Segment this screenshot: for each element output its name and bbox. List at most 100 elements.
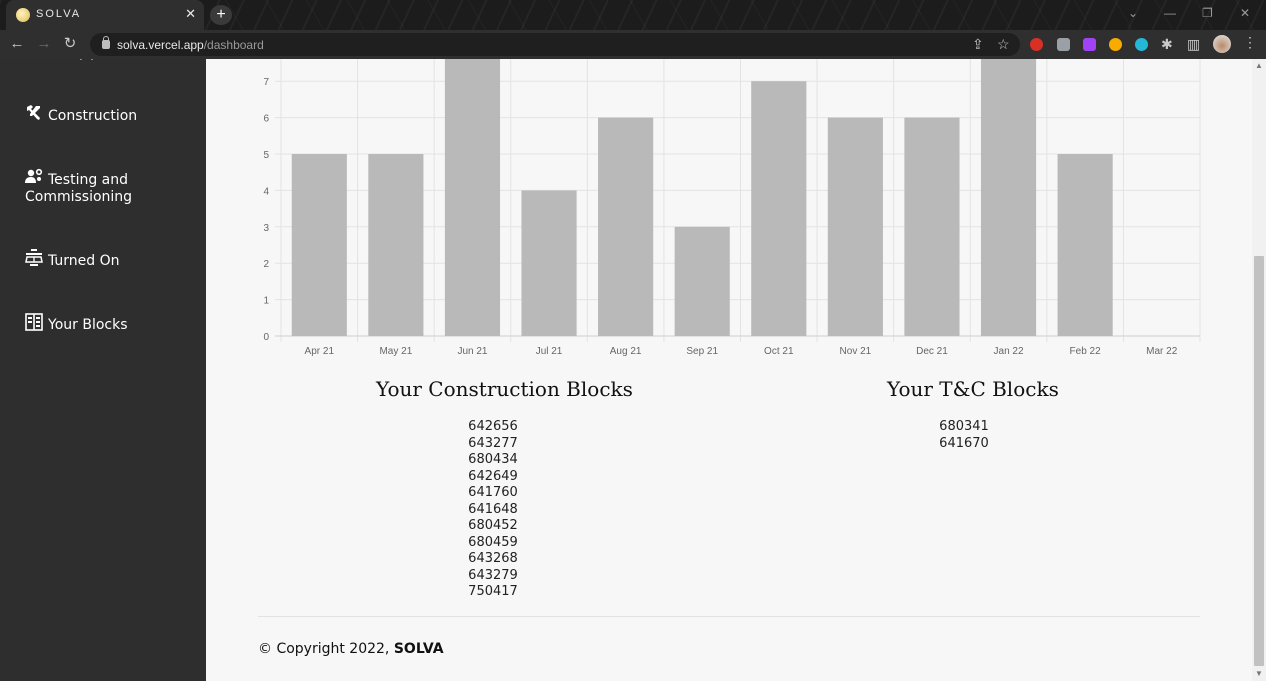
url-path: /dashboard: [203, 38, 264, 52]
tc-block-item: 641670: [939, 435, 989, 451]
close-tab-icon[interactable]: ✕: [185, 6, 196, 22]
x-tick-label: May 21: [379, 346, 412, 357]
browser-toolbar: ← → ↻ solva.vercel.app/dashboard ⇪ ☆ ✱ ▥…: [0, 30, 1266, 59]
y-tick-label: 7: [263, 77, 269, 88]
share-icon[interactable]: ⇪: [972, 36, 984, 53]
construction-block-item: 641760: [468, 485, 518, 500]
footer-copyright: © Copyright 2022, SOLVA: [258, 641, 444, 657]
scroll-down-icon[interactable]: ▼: [1255, 669, 1263, 678]
chart-bar: [291, 154, 347, 336]
chart-bar: [904, 117, 960, 336]
address-bar[interactable]: solva.vercel.app/dashboard ⇪ ☆: [90, 33, 1020, 56]
main-content: 0 1 2 3 4 5 6 7 Apr 21 May 21 Jun 21 Jul 21 Aug 21 Se…: [206, 59, 1252, 681]
url-text: solva.vercel.app/dashboard: [117, 38, 264, 52]
footer-prefix: © Copyright 2022,: [258, 641, 394, 657]
construction-blocks-list: 642656 643277 680434 642649 641760 641648 6804…: [443, 419, 543, 601]
profile-avatar[interactable]: [1213, 35, 1231, 53]
monthly-blocks-chart: 0 1 2 3 4 5 6 7 Apr 21 May 21 Jun 21 Jul 21 Aug 21 Se…: [263, 59, 1201, 357]
sidebar-item-label: Construction: [48, 108, 138, 124]
x-tick-label: Jun 21: [457, 346, 487, 357]
x-tick-label: Jul 21: [536, 346, 563, 357]
construction-block-item: 642649: [468, 468, 518, 484]
window-close-icon[interactable]: ✕: [1240, 6, 1250, 20]
construction-block-item: 642656: [468, 419, 518, 434]
react-devtools-icon[interactable]: [1135, 38, 1148, 51]
extension-purple-icon[interactable]: [1083, 38, 1096, 51]
y-tick-label: 3: [263, 223, 269, 234]
construction-block-item: 750417: [468, 584, 518, 599]
forward-arrow-icon[interactable]: →: [35, 35, 53, 53]
tab-title: SOLVA: [36, 8, 82, 20]
restore-icon[interactable]: ❐: [1202, 6, 1213, 20]
x-tick-label: Nov 21: [840, 346, 872, 357]
sidebar-item-testing-commissioning[interactable]: Testing and Commissioning: [25, 168, 132, 206]
minimize-icon[interactable]: —: [1164, 6, 1176, 20]
building-icon: [25, 313, 43, 331]
x-tick-label: Mar 22: [1146, 346, 1178, 357]
chart-bar: [827, 117, 883, 336]
extension-gray-icon[interactable]: [1057, 38, 1070, 51]
favicon-icon: [16, 8, 30, 22]
scroll-thumb[interactable]: [1254, 256, 1264, 666]
extension-red-icon[interactable]: [1030, 38, 1043, 51]
footer-divider: [258, 616, 1200, 617]
chart-bar: [598, 117, 654, 336]
x-tick-label: Apr 21: [305, 346, 335, 357]
x-tick-label: Feb 22: [1070, 346, 1102, 357]
sidebar: ⌒ Construction Testing and Commissioning: [0, 59, 206, 681]
tc-block-item: 680341: [939, 419, 989, 434]
y-tick-label: 1: [263, 296, 269, 307]
bookmark-star-icon[interactable]: ☆: [997, 36, 1010, 53]
new-tab-button[interactable]: +: [210, 5, 232, 25]
page-scrollbar[interactable]: ▲ ▼: [1252, 59, 1266, 681]
construction-block-item: 680434: [468, 452, 518, 467]
construction-block-item: 680452: [468, 518, 518, 533]
sidebar-item-label-line2: Commissioning: [25, 189, 133, 205]
page-viewport: ⌒ Construction Testing and Commissioning: [0, 59, 1266, 681]
back-arrow-icon[interactable]: ←: [8, 35, 26, 53]
sidebar-item-label: Testing and: [48, 172, 129, 188]
chart-bar: [1057, 154, 1113, 336]
side-panel-icon[interactable]: ▥: [1187, 36, 1200, 53]
url-domain: solva.vercel.app: [117, 38, 204, 52]
y-tick-label: 5: [263, 150, 269, 161]
tab-search-chevron-icon[interactable]: ⌄: [1128, 6, 1138, 20]
construction-block-item: 643268: [468, 551, 518, 566]
sidebar-item-partial: ⌒: [80, 59, 94, 71]
browser-tab[interactable]: SOLVA ✕: [6, 0, 204, 30]
construction-blocks-title: Your Construction Blocks: [376, 377, 633, 401]
browser-menu-icon[interactable]: ⋮: [1243, 34, 1257, 51]
footer-brand[interactable]: SOLVA: [394, 641, 444, 657]
chart-bar: [751, 81, 807, 336]
x-tick-label: Dec 21: [916, 346, 948, 357]
chart-bar: [521, 190, 577, 336]
tools-icon: [27, 105, 40, 120]
construction-block-item: 641648: [468, 501, 518, 517]
tc-blocks-list: 680341 641670: [914, 419, 1014, 452]
browser-window: SOLVA ✕ + ⌄ — ❐ ✕ ← → ↻ solva.vercel.app…: [0, 0, 1266, 681]
extensions-puzzle-icon[interactable]: ✱: [1161, 36, 1173, 53]
chart-bar: [980, 59, 1037, 337]
tc-blocks-title: Your T&C Blocks: [887, 377, 1059, 401]
chart-bar: [444, 59, 501, 337]
construction-block-item: 680459: [468, 534, 518, 550]
construction-block-item: 643277: [468, 435, 518, 451]
extension-yellow-icon[interactable]: [1109, 38, 1122, 51]
sidebar-item-construction[interactable]: Construction: [25, 104, 137, 125]
sidebar-item-turned-on[interactable]: Turned On: [25, 249, 120, 270]
sidebar-item-your-blocks[interactable]: Your Blocks: [25, 313, 128, 334]
chart-bar: [368, 154, 424, 336]
y-tick-label: 0: [263, 332, 269, 343]
sidebar-item-label: Your Blocks: [48, 317, 128, 333]
scroll-up-icon[interactable]: ▲: [1255, 61, 1263, 70]
tab-strip: SOLVA ✕ + ⌄ — ❐ ✕: [0, 0, 1266, 30]
solar-panel-icon: [25, 249, 43, 266]
lock-icon: [102, 36, 110, 49]
y-tick-label: 4: [263, 186, 269, 197]
y-tick-label: 2: [263, 259, 269, 270]
reload-icon[interactable]: ↻: [61, 35, 79, 53]
x-tick-label: Aug 21: [610, 346, 642, 357]
user-gear-icon: [25, 168, 43, 183]
construction-block-item: 643279: [468, 567, 518, 583]
x-tick-label: Jan 22: [994, 346, 1024, 357]
